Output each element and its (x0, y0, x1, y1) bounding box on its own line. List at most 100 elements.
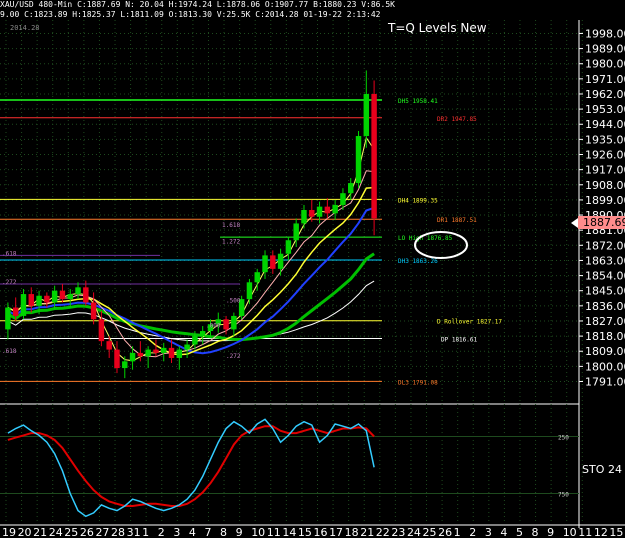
candle-body (340, 193, 346, 205)
level-label: LO High 1876.85 (398, 235, 453, 242)
candle-body (176, 349, 183, 358)
y-tick-label: 1791.00 (585, 376, 625, 389)
x-tick-label: 12 (594, 526, 608, 538)
candle-body (153, 349, 159, 353)
x-tick-label: 9 (236, 526, 243, 538)
x-tick-label: 15 (298, 526, 312, 538)
x-tick-label: 2 (158, 526, 165, 538)
candle-body (301, 210, 307, 224)
candle-body (293, 223, 299, 241)
x-tick-label: 21 (33, 526, 47, 538)
x-tick-label: 26 (80, 526, 94, 538)
sto-label: STO (582, 463, 605, 476)
level-label: DR2 1947.85 (437, 116, 477, 123)
y-tick-label: 1845.00 (585, 285, 625, 298)
price-chart[interactable]: DH5 1958.41 DR2 1947.85 DH4 1899.35 DR1 188… (0, 0, 625, 538)
x-tick-label: 25 (64, 526, 78, 538)
y-tick-label: 1908.00 (585, 179, 625, 192)
level-lines (0, 99, 382, 382)
ma-pink (7, 170, 375, 358)
date-tag: 2014.28 (10, 24, 40, 32)
fib-label: .500 (226, 297, 241, 304)
fib-label: 1.618 (222, 222, 240, 229)
candle-body (59, 290, 66, 300)
candle-body (36, 295, 42, 306)
candle-body (145, 349, 151, 357)
x-tick-label: 18 (345, 526, 359, 538)
candle-body (20, 294, 27, 316)
x-tick-label: 15 (609, 526, 623, 538)
candle-body (254, 272, 260, 283)
candle-body (316, 206, 323, 217)
candle-body (363, 93, 370, 137)
candle-body (348, 183, 354, 194)
candle-body (122, 361, 128, 369)
y-tick-label: 1836.00 (585, 300, 625, 313)
y-tick-label: 1980.00 (585, 58, 625, 71)
candle-body (371, 93, 377, 219)
level-label: DH5 1958.41 (398, 98, 438, 105)
price-pointer-icon (571, 218, 578, 228)
chart-title: T=Q Levels New (387, 21, 487, 35)
candle-body (184, 344, 190, 350)
x-tick-label: 11 (267, 526, 281, 538)
x-tick-label: 31 (127, 526, 141, 538)
level-label: DP 1816.61 (441, 336, 478, 343)
fib-label: .000 (206, 323, 221, 330)
x-tick-label: 26 (438, 526, 452, 538)
x-tick-label: 24 (407, 526, 421, 538)
x-tick-label: 11 (578, 526, 592, 538)
candle-body (98, 319, 105, 342)
date-axis: 19 20 21 24 25 26 27 28 31 1 2 3 4 7 8 9 10 11 14 15 16 17 18 2… (0, 524, 625, 538)
x-tick-label: 14 (282, 526, 296, 538)
candle-body (12, 307, 19, 316)
level-label: DR1 1887.51 (437, 217, 477, 224)
fib-label: 1.272 (222, 239, 240, 246)
candle-body (5, 307, 11, 330)
candle-body (199, 331, 206, 337)
y-tick-label: 1953.00 (585, 103, 625, 116)
candle-body (309, 210, 315, 217)
candle-body (277, 253, 284, 269)
level-label: DL3 1791.08 (398, 379, 438, 386)
y-tick-label: 1872.00 (585, 239, 625, 252)
x-tick-label: 22 (376, 526, 390, 538)
candle-body (192, 336, 198, 345)
candle-body (285, 240, 292, 254)
x-tick-label: 7 (204, 526, 211, 538)
x-tick-label: 5 (516, 526, 523, 538)
osc-level-label: 250 (558, 435, 569, 442)
y-tick-label: 1899.00 (585, 194, 625, 207)
x-tick-label: 21 (360, 526, 374, 538)
y-tick-label: 1962.00 (585, 88, 625, 101)
y-tick-label: 1926.00 (585, 149, 625, 162)
x-tick-label: 1 (454, 526, 461, 538)
y-tick-label: 1800.00 (585, 360, 625, 373)
current-price-label: 1887.69 (583, 216, 625, 229)
x-tick-label: 8 (532, 526, 539, 538)
y-tick-label: 1854.00 (585, 270, 625, 283)
candle-body (332, 204, 338, 214)
y-tick-label: 1827.00 (585, 315, 625, 328)
y-tick-label: 1809.00 (585, 345, 625, 358)
x-tick-label: 20 (18, 526, 32, 538)
y-tick-label: 1818.00 (585, 330, 625, 343)
x-tick-label: 1 (142, 526, 149, 538)
x-tick-label: 4 (500, 526, 507, 538)
candle-body (51, 290, 58, 303)
x-tick-label: 24 (49, 526, 63, 538)
candle-body (129, 352, 136, 362)
candle-body (270, 255, 276, 269)
moving-averages (7, 136, 375, 362)
candle-body (223, 319, 229, 330)
x-tick-label: 3 (173, 526, 180, 538)
grid-lines (0, 20, 583, 524)
x-tick-label: 10 (251, 526, 265, 538)
candle-body (75, 287, 81, 295)
fib-label: .272 (226, 353, 241, 360)
candle-body (114, 349, 120, 369)
x-tick-label: 17 (329, 526, 343, 538)
x-tick-label: 2 (469, 526, 476, 538)
y-tick-label: 1989.00 (585, 43, 625, 56)
level-label: DH3 1863.26 (398, 258, 438, 265)
